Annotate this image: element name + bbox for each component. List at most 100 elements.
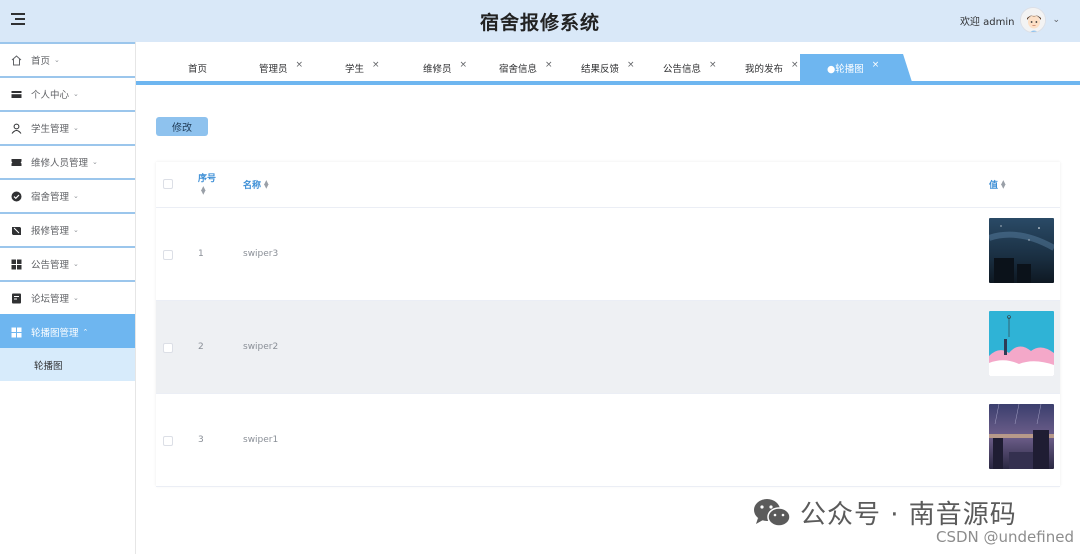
chevron-down-icon: ⌄ bbox=[73, 226, 79, 234]
grid-icon bbox=[11, 327, 22, 338]
tab-home[interactable]: 首页 bbox=[188, 54, 207, 82]
grid-icon bbox=[11, 259, 22, 270]
row-name: swiper3 bbox=[243, 249, 279, 259]
sidebar-item-repairers[interactable]: 维修人员管理 ⌄ bbox=[0, 144, 135, 178]
column-label: 名称 bbox=[243, 181, 262, 191]
chevron-down-icon: ⌄ bbox=[54, 56, 60, 64]
edit-button[interactable]: 修改 bbox=[156, 117, 208, 136]
row-checkbox[interactable] bbox=[163, 436, 173, 446]
card-icon bbox=[11, 89, 22, 100]
city-rain-image[interactable] bbox=[989, 404, 1054, 469]
chevron-down-icon[interactable]: ⌄ bbox=[1052, 15, 1060, 25]
row-checkbox[interactable] bbox=[163, 343, 173, 353]
tab-label: 维修员 bbox=[423, 64, 452, 75]
table-row[interactable]: 1 swiper3 bbox=[156, 208, 1060, 301]
column-header-index[interactable]: 序号 ▲ ▼ bbox=[198, 171, 216, 196]
tab-label: 宿舍信息 bbox=[499, 64, 538, 75]
tab-admins[interactable]: 管理员 × bbox=[259, 54, 303, 82]
sidebar-item-carousel[interactable]: 轮播图管理 ⌃ bbox=[0, 314, 135, 348]
sidebar-item-notices[interactable]: 公告管理 ⌄ bbox=[0, 246, 135, 280]
table-row[interactable]: 2 swiper2 bbox=[156, 301, 1060, 394]
column-header-value[interactable]: 值 ▲ ▼ bbox=[989, 178, 1006, 191]
close-icon[interactable]: × bbox=[296, 60, 304, 70]
sort-icon[interactable]: ▲ ▼ bbox=[1001, 179, 1006, 189]
night-sky-image[interactable] bbox=[989, 218, 1054, 283]
select-all-checkbox[interactable] bbox=[163, 179, 173, 189]
sort-icon[interactable]: ▲ ▼ bbox=[264, 179, 269, 189]
sidebar-item-label: 报修管理 bbox=[31, 226, 70, 237]
sidebar-item-label: 论坛管理 bbox=[31, 294, 70, 305]
tab-repairers[interactable]: 维修员 × bbox=[423, 54, 467, 82]
column-header-name[interactable]: 名称 ▲ ▼ bbox=[243, 178, 269, 191]
welcome-text: 欢迎 admin bbox=[959, 16, 1015, 28]
user-menu[interactable]: 欢迎 admin ⌄ bbox=[960, 5, 1060, 35]
chevron-down-icon: ⌄ bbox=[73, 124, 79, 132]
tab-label: ●轮播图 bbox=[827, 64, 864, 75]
close-icon[interactable]: × bbox=[872, 60, 880, 70]
close-icon[interactable]: × bbox=[460, 60, 468, 70]
sidebar-item-label: 维修人员管理 bbox=[31, 158, 89, 169]
carousel-table: 序号 ▲ ▼ 名称 ▲ ▼ 值 ▲ ▼ 1 swiper3 2 swiper2 … bbox=[156, 162, 1060, 487]
sort-icon[interactable]: ▲ ▼ bbox=[201, 186, 206, 196]
sidebar-item-profile[interactable]: 个人中心 ⌄ bbox=[0, 76, 135, 110]
sidebar-item-students[interactable]: 学生管理 ⌄ bbox=[0, 110, 135, 144]
sidebar-item-repairs[interactable]: 报修管理 ⌄ bbox=[0, 212, 135, 246]
tab-label: 我的发布 bbox=[745, 64, 784, 75]
watermark-sub: CSDN @undefined bbox=[935, 528, 1074, 546]
chevron-down-icon: ⌄ bbox=[92, 158, 98, 166]
row-name: swiper1 bbox=[243, 435, 279, 445]
close-icon[interactable]: × bbox=[545, 60, 553, 70]
sidebar-item-label: 轮播图管理 bbox=[31, 328, 79, 339]
tab-label: 学生 bbox=[345, 64, 365, 75]
sidebar-subitem-carousel[interactable]: 轮播图 bbox=[0, 348, 135, 381]
close-icon[interactable]: × bbox=[709, 60, 717, 70]
column-label: 值 bbox=[989, 181, 999, 191]
tab-dorm-info[interactable]: 宿舍信息 × bbox=[499, 54, 553, 82]
check-circle-icon bbox=[11, 191, 22, 202]
sidebar: 首页 ⌄ 个人中心 ⌄ 学生管理 ⌄ 维修人员管理 ⌄ 宿舍管理 ⌄ 报修管理 … bbox=[0, 42, 136, 554]
close-icon[interactable]: × bbox=[791, 60, 799, 70]
sidebar-item-dorms[interactable]: 宿舍管理 ⌄ bbox=[0, 178, 135, 212]
close-icon[interactable]: × bbox=[627, 60, 635, 70]
top-header: 宿舍报修系统 欢迎 admin ⌄ bbox=[0, 0, 1080, 42]
sidebar-item-label: 公告管理 bbox=[31, 260, 70, 271]
sidebar-item-label: 个人中心 bbox=[31, 90, 70, 101]
tab-label: 结果反馈 bbox=[581, 64, 620, 75]
home-icon bbox=[11, 54, 22, 66]
sidebar-item-forum[interactable]: 论坛管理 ⌄ bbox=[0, 280, 135, 314]
tab-feedback[interactable]: 结果反馈 × bbox=[581, 54, 635, 82]
watermark-text: 公众号 · 南音源码 bbox=[800, 500, 1017, 530]
table-row[interactable]: 3 swiper1 bbox=[156, 394, 1060, 487]
tab-my-posts[interactable]: 我的发布 × bbox=[745, 54, 799, 82]
tab-label: 管理员 bbox=[259, 64, 288, 75]
chevron-down-icon: ⌄ bbox=[73, 294, 79, 302]
chat-icon bbox=[11, 293, 22, 304]
tab-label: 首页 bbox=[188, 64, 208, 75]
watermark: 公众号 · 南音源码 bbox=[752, 494, 1017, 531]
tab-label: 公告信息 bbox=[663, 64, 702, 75]
tab-underline bbox=[136, 81, 1080, 85]
tab-carousel[interactable]: ●轮播图 × bbox=[800, 54, 912, 82]
row-name: swiper2 bbox=[243, 342, 279, 352]
sidebar-item-label: 首页 bbox=[31, 56, 51, 67]
row-index: 2 bbox=[198, 342, 204, 352]
sidebar-item-home[interactable]: 首页 ⌄ bbox=[0, 42, 135, 76]
chevron-down-icon: ⌄ bbox=[73, 192, 79, 200]
pink-clouds-image[interactable] bbox=[989, 311, 1054, 376]
avatar[interactable] bbox=[1020, 7, 1047, 33]
row-index: 1 bbox=[198, 249, 204, 259]
close-icon[interactable]: × bbox=[372, 60, 380, 70]
tab-students[interactable]: 学生 × bbox=[345, 54, 380, 82]
tab-notice-info[interactable]: 公告信息 × bbox=[663, 54, 717, 82]
table-header: 序号 ▲ ▼ 名称 ▲ ▼ 值 ▲ ▼ bbox=[156, 162, 1060, 208]
wrench-icon bbox=[11, 225, 22, 236]
sidebar-item-label: 宿舍管理 bbox=[31, 192, 70, 203]
chevron-down-icon: ⌄ bbox=[73, 90, 79, 98]
chevron-up-icon: ⌃ bbox=[82, 328, 89, 336]
sidebar-item-label: 学生管理 bbox=[31, 124, 70, 135]
app-title: 宿舍报修系统 bbox=[479, 12, 600, 34]
chevron-down-icon: ⌄ bbox=[73, 260, 79, 268]
ticket-icon bbox=[11, 157, 22, 168]
row-checkbox[interactable] bbox=[163, 250, 173, 260]
user-icon bbox=[11, 123, 22, 134]
